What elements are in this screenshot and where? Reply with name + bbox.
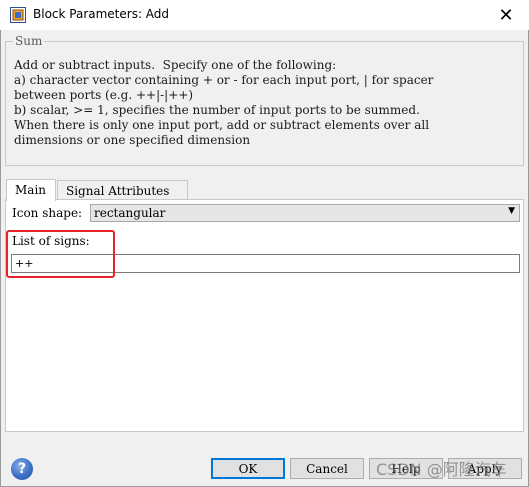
title-bar: Block Parameters: Add ✕: [0, 0, 529, 30]
description-line: dimensions or one specified dimension: [14, 133, 251, 147]
ok-button[interactable]: OK: [211, 458, 285, 479]
list-of-signs-input[interactable]: [11, 254, 520, 273]
description-line: a) character vector containing + or - fo…: [14, 73, 434, 87]
tab-main[interactable]: Main: [6, 179, 56, 201]
tab-signal-attributes[interactable]: Signal Attributes: [57, 180, 188, 200]
list-of-signs-label: List of signs:: [12, 234, 90, 248]
cancel-button[interactable]: Cancel: [290, 458, 364, 479]
icon-shape-value: rectangular: [94, 206, 166, 220]
description-group-label: Sum: [13, 34, 45, 48]
window-title: Block Parameters: Add: [33, 7, 170, 21]
simulink-block-icon: [10, 7, 26, 23]
help-icon[interactable]: ?: [11, 458, 33, 480]
icon-shape-label: Icon shape:: [12, 206, 83, 220]
chevron-down-icon: ▼: [508, 206, 515, 216]
close-button[interactable]: ✕: [483, 0, 529, 30]
watermark: CSDN @阿隆汽车: [376, 460, 507, 479]
description-line: Add or subtract inputs. Specify one of t…: [14, 58, 337, 72]
icon-shape-select[interactable]: rectangular ▼: [90, 204, 520, 222]
description-line: between ports (e.g. ++|-|++): [14, 88, 194, 102]
description-line: b) scalar, >= 1, specifies the number of…: [14, 103, 420, 117]
close-icon: ✕: [498, 4, 514, 26]
description-line: When there is only one input port, add o…: [14, 118, 430, 132]
